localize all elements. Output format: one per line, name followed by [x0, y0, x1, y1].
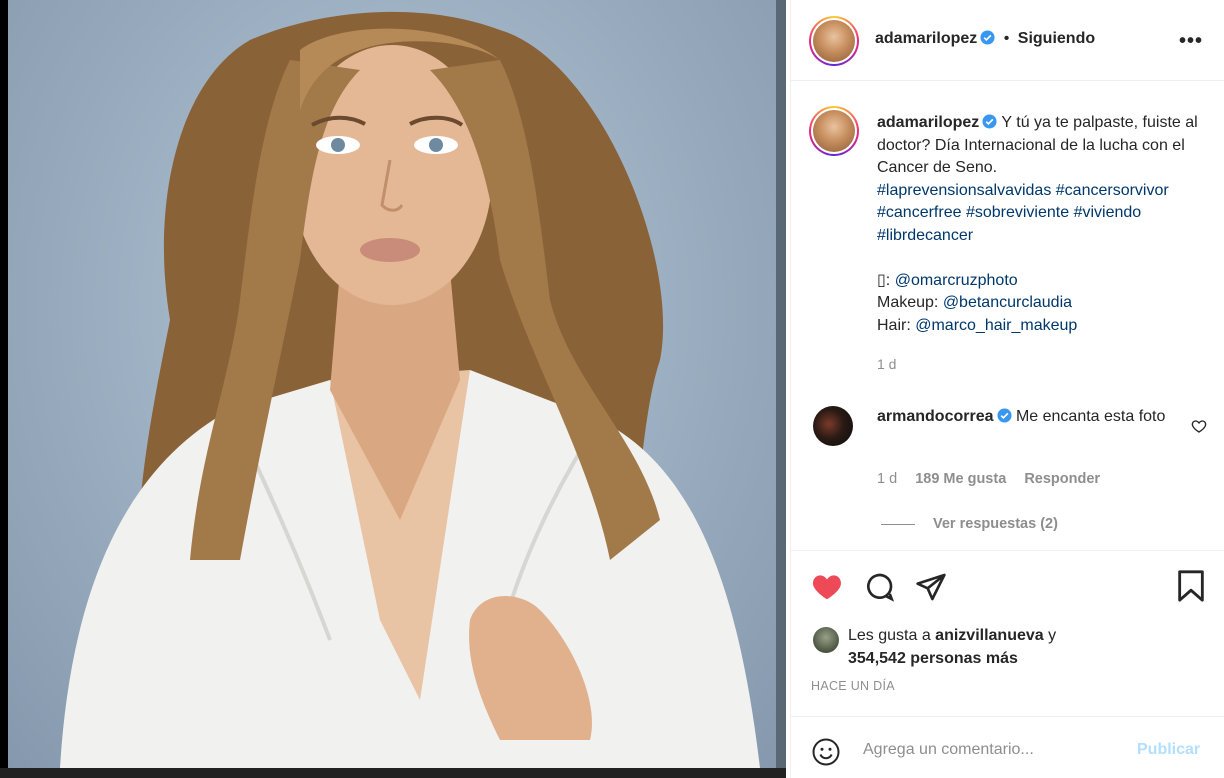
- caption-avatar[interactable]: [809, 106, 859, 156]
- author-avatar[interactable]: [809, 16, 859, 66]
- likes-count[interactable]: 354,542 personas más: [848, 650, 1018, 667]
- view-replies-button[interactable]: Ver respuestas (2): [881, 516, 1058, 532]
- portrait-illustration: [60, 11, 760, 768]
- mention-link[interactable]: @marco_hair_makeup: [915, 317, 1077, 334]
- likes-middle: y: [1043, 627, 1057, 644]
- comment-time[interactable]: 1 d: [877, 471, 897, 487]
- like-heart-icon[interactable]: [811, 571, 843, 601]
- hashtag-link[interactable]: #laprevensionsalvavidas: [877, 182, 1051, 199]
- credit-photo-label: ▯:: [877, 271, 895, 289]
- verified-icon: [980, 30, 995, 45]
- photo-bottom-edge: [0, 768, 786, 778]
- emoji-icon[interactable]: [811, 737, 841, 767]
- post-side-panel: adamarilopez • Siguiendo ••• adamarilope…: [790, 0, 1224, 778]
- hashtag-link[interactable]: #viviendo: [1074, 204, 1142, 221]
- comment-likes[interactable]: 189 Me gusta: [915, 471, 1006, 487]
- author-username[interactable]: adamarilopez: [875, 30, 977, 47]
- commenter-username[interactable]: armandocorrea: [877, 408, 994, 425]
- comment-input[interactable]: [863, 739, 1123, 761]
- post-photo[interactable]: [0, 0, 786, 778]
- verified-icon: [982, 114, 997, 129]
- publish-button[interactable]: Publicar: [1137, 741, 1200, 759]
- mention-link[interactable]: @omarcruzphoto: [895, 272, 1018, 289]
- credit-hair-label: Hair:: [877, 316, 916, 334]
- hashtag-link[interactable]: #cancersorvivor: [1056, 182, 1169, 199]
- credit-makeup-label: Makeup:: [877, 294, 943, 311]
- header-user-line: adamarilopez • Siguiendo: [875, 30, 1095, 48]
- likes-prefix: Les gusta a: [848, 627, 936, 644]
- likes-summary: Les gusta a anizvillanueva y 354,542 per…: [848, 625, 1056, 670]
- comment-text: Me encanta esta foto: [1015, 408, 1166, 425]
- separator-dot: •: [1003, 30, 1010, 47]
- hashtag-link[interactable]: #cancerfree: [877, 204, 962, 221]
- following-button[interactable]: Siguiendo: [1018, 30, 1095, 47]
- hashtag-link[interactable]: #sobreviviente: [966, 204, 1069, 221]
- liker-avatar[interactable]: [813, 627, 839, 653]
- post-header: adamarilopez • Siguiendo •••: [791, 0, 1224, 81]
- like-comment-heart-icon[interactable]: [1191, 418, 1207, 434]
- comment-icon[interactable]: [863, 571, 895, 603]
- share-icon[interactable]: [915, 571, 947, 603]
- liker-username[interactable]: anizvillanueva: [935, 627, 1044, 644]
- mention-link[interactable]: @betancurclaudia: [943, 294, 1072, 311]
- save-bookmark-icon[interactable]: [1176, 569, 1206, 603]
- verified-icon: [996, 408, 1012, 423]
- comment-composer: Publicar: [791, 716, 1224, 778]
- replies-line: [881, 523, 915, 525]
- caption-username[interactable]: adamarilopez: [877, 114, 979, 131]
- more-options-icon[interactable]: •••: [1179, 30, 1203, 53]
- caption-time[interactable]: 1 d: [877, 353, 1217, 376]
- comment: armandocorrea Me encanta esta foto: [877, 406, 1197, 429]
- comment-meta: 1 d 189 Me gusta Responder: [877, 471, 1100, 487]
- hashtag-link[interactable]: #librdecancer: [877, 227, 973, 244]
- view-replies-label: Ver respuestas (2): [933, 516, 1058, 532]
- post-time-ago[interactable]: HACE UN DÍA: [811, 679, 895, 693]
- reply-button[interactable]: Responder: [1024, 471, 1100, 487]
- post-caption: adamarilopez Y tú ya te palpaste, fuiste…: [877, 112, 1217, 376]
- post-actions: Les gusta a anizvillanueva y 354,542 per…: [791, 550, 1224, 715]
- commenter-avatar[interactable]: [813, 406, 853, 446]
- photo-edge: [776, 0, 786, 778]
